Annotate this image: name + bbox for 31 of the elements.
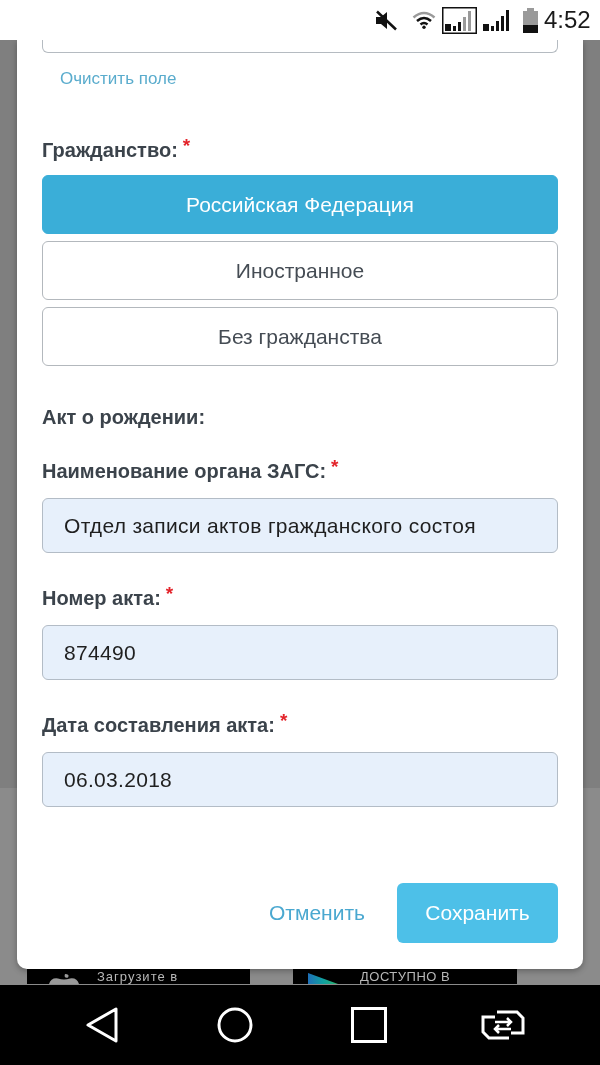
store-badge[interactable]: Загрузите в bbox=[27, 969, 250, 984]
recent-apps-icon[interactable] bbox=[351, 1007, 387, 1043]
input-field[interactable] bbox=[42, 40, 558, 53]
required-mark: * bbox=[331, 459, 339, 475]
signal-icon bbox=[483, 8, 512, 32]
required-mark: * bbox=[182, 138, 191, 154]
signal-icon bbox=[442, 6, 477, 34]
option-button[interactable]: Иностранное bbox=[42, 241, 558, 300]
text-field[interactable]: 874490 bbox=[42, 625, 558, 680]
store-badge[interactable]: ДОСТУПНО В bbox=[293, 969, 517, 984]
required-mark: * bbox=[279, 713, 288, 729]
play-triangle-icon bbox=[308, 973, 338, 984]
field-label: Наименование органа ЗАГС: bbox=[42, 459, 327, 483]
text-field[interactable]: 06.03.2018 bbox=[42, 752, 558, 807]
mute-icon bbox=[375, 9, 397, 31]
badge-text: ДОСТУПНО В bbox=[360, 970, 451, 984]
field-label: Гражданство: bbox=[42, 138, 178, 162]
option-button[interactable]: Без гражданства bbox=[42, 307, 558, 366]
text-field[interactable]: Отдел записи актов гражданского состоя bbox=[42, 498, 558, 553]
section-title: Акт о рождении: bbox=[42, 405, 207, 429]
swap-windows-icon[interactable] bbox=[481, 1009, 525, 1041]
field-label: Номер акта: bbox=[42, 586, 161, 610]
home-icon[interactable] bbox=[217, 1007, 253, 1043]
badge-text: Загрузите в bbox=[97, 970, 179, 984]
logo-icon bbox=[48, 974, 80, 984]
wifi-icon bbox=[412, 11, 436, 29]
required-mark: * bbox=[165, 586, 174, 602]
back-icon[interactable] bbox=[85, 1006, 119, 1044]
field-label: Дата составления акта: bbox=[42, 713, 275, 737]
battery-icon bbox=[523, 7, 538, 33]
clock-time: 4:52 bbox=[544, 8, 591, 32]
